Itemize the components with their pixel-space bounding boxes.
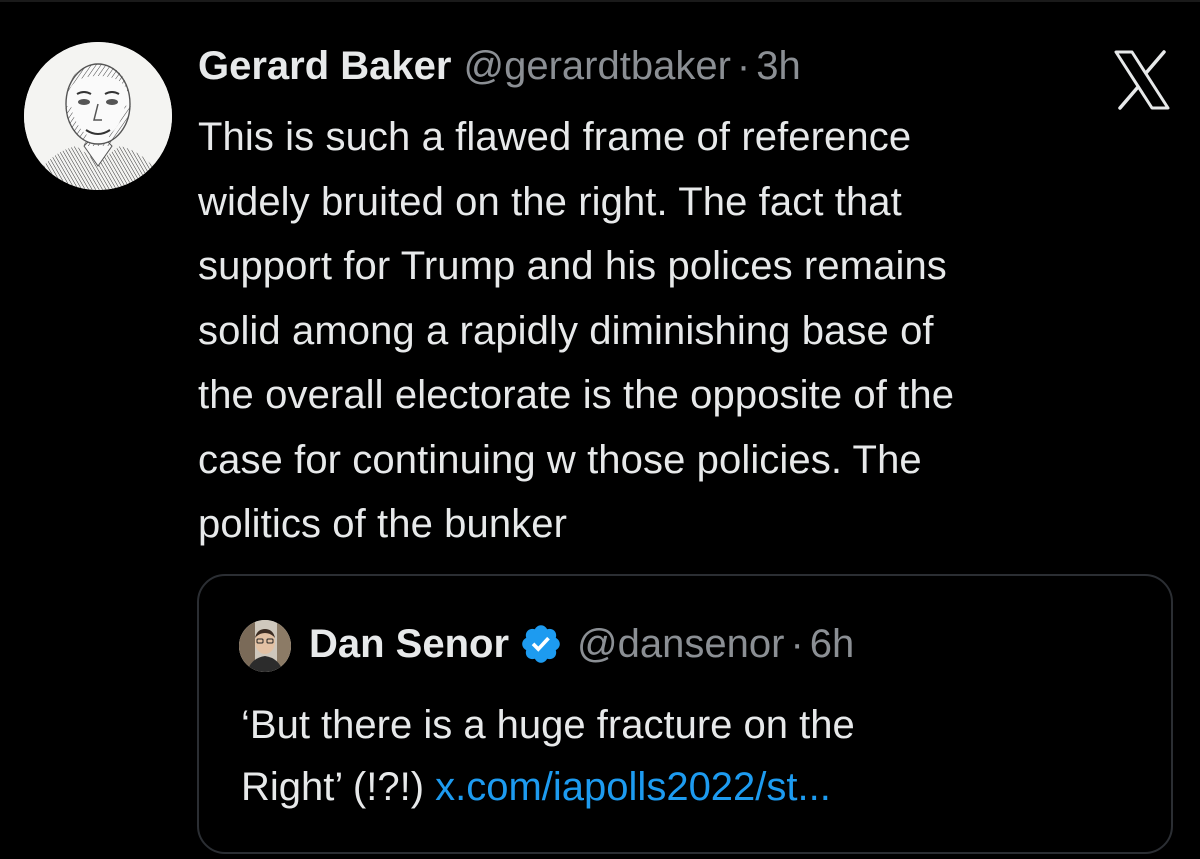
quoted-tweet-header: Dan Senor @dansenor · 6h [309,614,854,674]
portrait-avatar-icon [24,42,172,190]
x-logo-icon [1110,48,1174,112]
tweet-timestamp[interactable]: 3h [756,38,801,94]
author-handle[interactable]: @gerardtbaker [463,38,730,94]
quoted-tweet-line-text: Right’ (!?!) [241,765,436,809]
quoted-header-separator: · [790,621,804,666]
tweet-body: This is such a flawed frame of reference… [198,105,1168,557]
tweet-header: Gerard Baker @gerardtbaker · 3h [198,38,801,94]
tweet-line: politics of the bunker [198,502,568,546]
tweet-screenshot: Gerard Baker @gerardtbaker · 3h This is … [0,0,1200,859]
quoted-tweet-card[interactable]: Dan Senor @dansenor · 6h ‘But there is a… [197,574,1173,854]
quoted-tweet-line: ‘But there is a huge fracture on the [241,703,855,747]
tweet-line: This is such a flawed frame of reference [198,115,912,159]
author-name[interactable]: Gerard Baker [198,38,451,94]
quoted-tweet-timestamp[interactable]: 6h [810,622,855,667]
quoted-author-handle[interactable]: @dansenor [577,622,784,667]
quoted-author-name[interactable]: Dan Senor [309,622,509,667]
quoted-avatar-icon [239,620,291,672]
header-separator: · [736,44,751,88]
quoted-tweet-line-2: Right’ (!?!) x.com/iapolls2022/st... [241,756,1141,818]
tweet-line: support for Trump and his polices remain… [198,244,947,288]
top-divider [0,0,1200,2]
tweet-line: the overall electorate is the opposite o… [198,373,955,417]
quoted-author-avatar[interactable] [239,620,291,672]
verified-badge-icon [519,622,563,666]
tweet-line: case for continuing w those policies. Th… [198,437,922,482]
tweet-line: solid among a rapidly diminishing base o… [198,308,934,353]
tweet-line: widely bruited on the right. The fact th… [198,179,902,224]
quoted-tweet-body: ‘But there is a huge fracture on the Rig… [241,694,1141,818]
quoted-tweet-link[interactable]: x.com/iapolls2022/st... [435,765,831,809]
author-avatar[interactable] [24,42,172,190]
